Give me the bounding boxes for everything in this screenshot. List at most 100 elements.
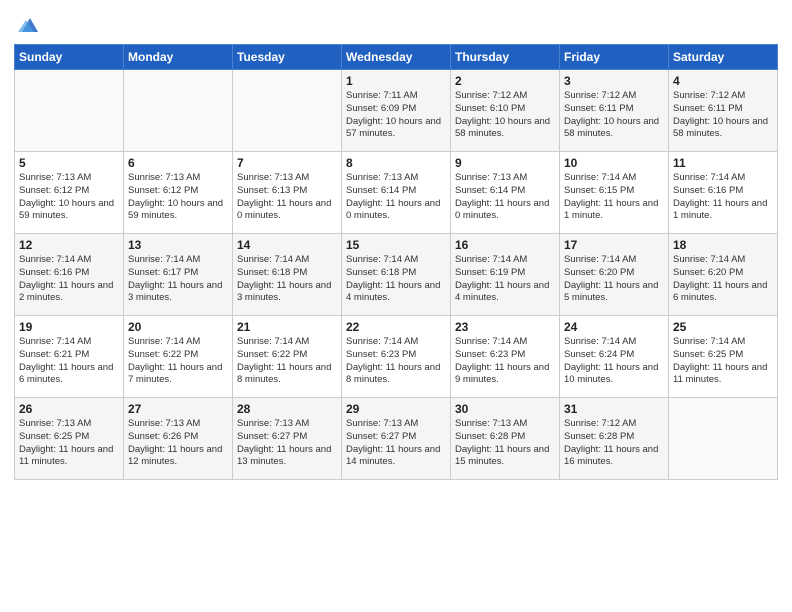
day-info: Sunrise: 7:13 AM Sunset: 6:14 PM Dayligh… <box>346 172 446 223</box>
day-info: Sunrise: 7:13 AM Sunset: 6:28 PM Dayligh… <box>455 418 555 469</box>
day-number: 20 <box>128 320 228 334</box>
day-info: Sunrise: 7:13 AM Sunset: 6:27 PM Dayligh… <box>346 418 446 469</box>
calendar-table: SundayMondayTuesdayWednesdayThursdayFrid… <box>14 44 778 480</box>
calendar-cell: 15 Sunrise: 7:14 AM Sunset: 6:18 PM Dayli… <box>342 234 451 316</box>
day-number: 9 <box>455 156 555 170</box>
calendar-cell: 28Sunrise: 7:13 AM Sunset: 6:27 PM Dayli… <box>233 398 342 480</box>
calendar-cell: 9 Sunrise: 7:13 AM Sunset: 6:14 PM Daylig… <box>451 152 560 234</box>
weekday-header-wednesday: Wednesday <box>342 45 451 70</box>
calendar-cell: 6Sunrise: 7:13 AM Sunset: 6:12 PM Daylig… <box>124 152 233 234</box>
day-info: Sunrise: 7:12 AM Sunset: 6:11 PM Dayligh… <box>673 90 773 141</box>
day-number: 30 <box>455 402 555 416</box>
calendar-cell <box>233 70 342 152</box>
calendar-cell: 27 Sunrise: 7:13 AM Sunset: 6:26 PM Dayli… <box>124 398 233 480</box>
day-number: 24 <box>564 320 664 334</box>
day-info: Sunrise: 7:14 AM Sunset: 6:17 PM Dayligh… <box>128 254 228 305</box>
calendar-cell: 3 Sunrise: 7:12 AM Sunset: 6:11 PM Daylig… <box>560 70 669 152</box>
day-number: 15 <box>346 238 446 252</box>
day-info: Sunrise: 7:14 AM Sunset: 6:24 PM Dayligh… <box>564 336 664 387</box>
day-number: 1 <box>346 74 446 88</box>
day-info: Sunrise: 7:12 AM Sunset: 6:11 PM Dayligh… <box>564 90 664 141</box>
calendar-cell: 31 Sunrise: 7:12 AM Sunset: 6:28 PM Dayli… <box>560 398 669 480</box>
day-number: 5 <box>19 156 119 170</box>
calendar-week-row: 1 Sunrise: 7:11 AM Sunset: 6:09 PM Daylig… <box>15 70 778 152</box>
day-info: Sunrise: 7:14 AM Sunset: 6:25 PM Dayligh… <box>673 336 773 387</box>
calendar-cell: 23 Sunrise: 7:14 AM Sunset: 6:23 PM Dayli… <box>451 316 560 398</box>
day-number: 3 <box>564 74 664 88</box>
calendar-week-row: 26Sunrise: 7:13 AM Sunset: 6:25 PM Dayli… <box>15 398 778 480</box>
calendar-cell: 14 Sunrise: 7:14 AM Sunset: 6:18 PM Dayli… <box>233 234 342 316</box>
day-number: 8 <box>346 156 446 170</box>
day-info: Sunrise: 7:14 AM Sunset: 6:20 PM Dayligh… <box>564 254 664 305</box>
calendar-cell: 19 Sunrise: 7:14 AM Sunset: 6:21 PM Dayli… <box>15 316 124 398</box>
weekday-header-sunday: Sunday <box>15 45 124 70</box>
day-info: Sunrise: 7:14 AM Sunset: 6:16 PM Dayligh… <box>19 254 119 305</box>
day-number: 28 <box>237 402 337 416</box>
day-info: Sunrise: 7:14 AM Sunset: 6:18 PM Dayligh… <box>346 254 446 305</box>
calendar-cell: 16 Sunrise: 7:14 AM Sunset: 6:19 PM Dayli… <box>451 234 560 316</box>
day-info: Sunrise: 7:14 AM Sunset: 6:21 PM Dayligh… <box>19 336 119 387</box>
day-number: 31 <box>564 402 664 416</box>
calendar-cell: 25 Sunrise: 7:14 AM Sunset: 6:25 PM Dayli… <box>669 316 778 398</box>
day-number: 25 <box>673 320 773 334</box>
day-info: Sunrise: 7:14 AM Sunset: 6:20 PM Dayligh… <box>673 254 773 305</box>
weekday-header-tuesday: Tuesday <box>233 45 342 70</box>
day-number: 17 <box>564 238 664 252</box>
calendar-cell: 30 Sunrise: 7:13 AM Sunset: 6:28 PM Dayli… <box>451 398 560 480</box>
day-info: Sunrise: 7:13 AM Sunset: 6:26 PM Dayligh… <box>128 418 228 469</box>
calendar-header: SundayMondayTuesdayWednesdayThursdayFrid… <box>15 45 778 70</box>
day-info: Sunrise: 7:13 AM Sunset: 6:12 PM Dayligh… <box>128 172 228 223</box>
calendar-cell: 8 Sunrise: 7:13 AM Sunset: 6:14 PM Daylig… <box>342 152 451 234</box>
day-number: 7 <box>237 156 337 170</box>
weekday-header-monday: Monday <box>124 45 233 70</box>
day-number: 11 <box>673 156 773 170</box>
day-number: 10 <box>564 156 664 170</box>
day-info: Sunrise: 7:13 AM Sunset: 6:14 PM Dayligh… <box>455 172 555 223</box>
weekday-header-row: SundayMondayTuesdayWednesdayThursdayFrid… <box>15 45 778 70</box>
day-info: Sunrise: 7:14 AM Sunset: 6:23 PM Dayligh… <box>455 336 555 387</box>
day-number: 27 <box>128 402 228 416</box>
calendar-cell: 5 Sunrise: 7:13 AM Sunset: 6:12 PM Daylig… <box>15 152 124 234</box>
weekday-header-friday: Friday <box>560 45 669 70</box>
logo <box>14 14 40 36</box>
calendar-week-row: 5 Sunrise: 7:13 AM Sunset: 6:12 PM Daylig… <box>15 152 778 234</box>
calendar-cell: 18 Sunrise: 7:14 AM Sunset: 6:20 PM Dayli… <box>669 234 778 316</box>
day-number: 23 <box>455 320 555 334</box>
calendar-cell: 26Sunrise: 7:13 AM Sunset: 6:25 PM Dayli… <box>15 398 124 480</box>
logo-icon <box>18 14 40 36</box>
day-info: Sunrise: 7:14 AM Sunset: 6:22 PM Dayligh… <box>128 336 228 387</box>
day-info: Sunrise: 7:14 AM Sunset: 6:18 PM Dayligh… <box>237 254 337 305</box>
day-number: 4 <box>673 74 773 88</box>
calendar-cell: 22 Sunrise: 7:14 AM Sunset: 6:23 PM Dayli… <box>342 316 451 398</box>
header <box>14 10 778 36</box>
day-number: 2 <box>455 74 555 88</box>
day-number: 18 <box>673 238 773 252</box>
day-number: 26 <box>19 402 119 416</box>
calendar-cell: 21 Sunrise: 7:14 AM Sunset: 6:22 PM Dayli… <box>233 316 342 398</box>
day-number: 19 <box>19 320 119 334</box>
calendar-cell: 11Sunrise: 7:14 AM Sunset: 6:16 PM Dayli… <box>669 152 778 234</box>
day-info: Sunrise: 7:11 AM Sunset: 6:09 PM Dayligh… <box>346 90 446 141</box>
day-number: 14 <box>237 238 337 252</box>
calendar-week-row: 19 Sunrise: 7:14 AM Sunset: 6:21 PM Dayli… <box>15 316 778 398</box>
day-info: Sunrise: 7:14 AM Sunset: 6:19 PM Dayligh… <box>455 254 555 305</box>
calendar-cell: 29 Sunrise: 7:13 AM Sunset: 6:27 PM Dayli… <box>342 398 451 480</box>
calendar-cell: 24 Sunrise: 7:14 AM Sunset: 6:24 PM Dayli… <box>560 316 669 398</box>
weekday-header-saturday: Saturday <box>669 45 778 70</box>
day-number: 22 <box>346 320 446 334</box>
day-number: 13 <box>128 238 228 252</box>
calendar-cell: 17 Sunrise: 7:14 AM Sunset: 6:20 PM Dayli… <box>560 234 669 316</box>
day-number: 29 <box>346 402 446 416</box>
page: SundayMondayTuesdayWednesdayThursdayFrid… <box>0 0 792 612</box>
day-number: 21 <box>237 320 337 334</box>
day-info: Sunrise: 7:13 AM Sunset: 6:12 PM Dayligh… <box>19 172 119 223</box>
day-number: 12 <box>19 238 119 252</box>
calendar-cell: 10Sunrise: 7:14 AM Sunset: 6:15 PM Dayli… <box>560 152 669 234</box>
day-info: Sunrise: 7:14 AM Sunset: 6:23 PM Dayligh… <box>346 336 446 387</box>
calendar-cell <box>669 398 778 480</box>
calendar-cell: 2Sunrise: 7:12 AM Sunset: 6:10 PM Daylig… <box>451 70 560 152</box>
day-number: 16 <box>455 238 555 252</box>
calendar-cell: 13 Sunrise: 7:14 AM Sunset: 6:17 PM Dayli… <box>124 234 233 316</box>
day-info: Sunrise: 7:14 AM Sunset: 6:22 PM Dayligh… <box>237 336 337 387</box>
day-info: Sunrise: 7:12 AM Sunset: 6:28 PM Dayligh… <box>564 418 664 469</box>
